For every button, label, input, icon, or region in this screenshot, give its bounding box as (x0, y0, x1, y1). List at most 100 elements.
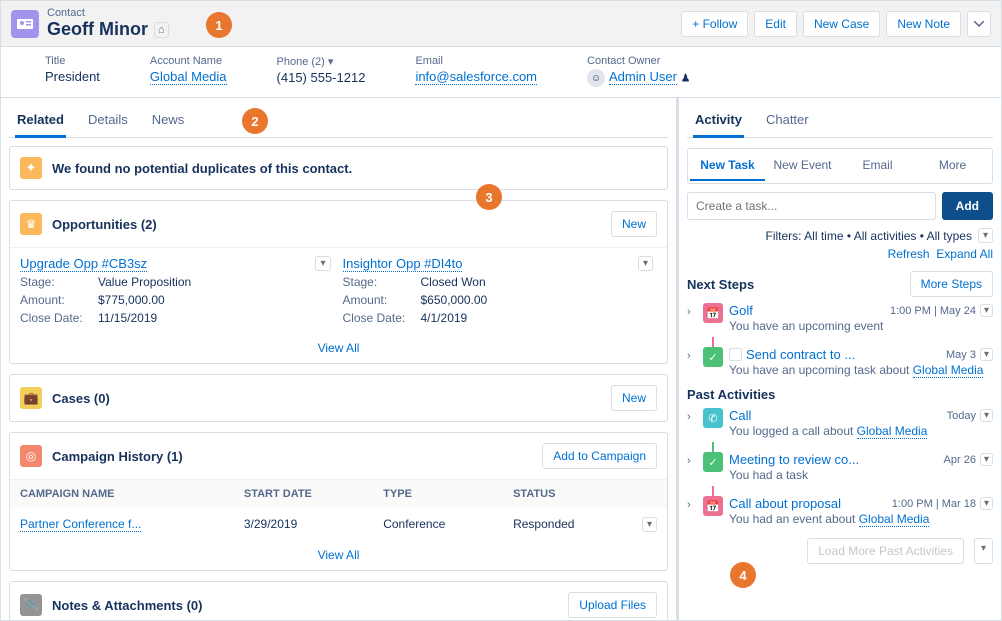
related-link[interactable]: Global Media (913, 363, 984, 378)
row-menu-button[interactable]: ▾ (642, 517, 657, 532)
activity-meta: 1:00 PM | May 24 (890, 305, 976, 317)
related-link[interactable]: Global Media (857, 424, 928, 439)
email-label: Email (415, 55, 537, 67)
tab-chatter[interactable]: Chatter (764, 104, 811, 137)
add-task-button[interactable]: Add (942, 192, 993, 220)
contact-icon (11, 10, 39, 38)
activity-menu-button[interactable]: ▾ (980, 409, 993, 422)
view-all-campaigns[interactable]: View All (10, 540, 667, 570)
campaign-title: Campaign History (1) (52, 449, 532, 464)
duplicate-icon: ✦ (20, 157, 42, 179)
cell-type: Conference (373, 508, 503, 540)
activity-meta: May 3 (946, 349, 976, 361)
campaign-link[interactable]: Partner Conference f... (20, 517, 141, 532)
new-opportunity-button[interactable]: New (611, 211, 657, 237)
edit-button[interactable]: Edit (754, 11, 797, 37)
subtab-new-task[interactable]: New Task (690, 151, 765, 181)
view-all-opportunities[interactable]: View All (10, 333, 667, 363)
tab-activity[interactable]: Activity (693, 104, 744, 137)
callout-4: 4 (730, 562, 756, 588)
change-owner-icon[interactable]: ♟ (681, 72, 691, 84)
title-value: President (45, 69, 100, 84)
callout-1: 1 (206, 12, 232, 38)
activity-menu-button[interactable]: ▾ (980, 304, 993, 317)
filter-menu-button[interactable]: ▾ (978, 228, 993, 243)
close-value: 4/1/2019 (421, 311, 468, 325)
hierarchy-icon[interactable]: ⌂ (154, 22, 169, 38)
col-type: TYPE (373, 480, 503, 508)
opportunities-title: Opportunities (2) (52, 217, 601, 232)
activity-menu-button[interactable]: ▾ (980, 453, 993, 466)
activity-subtitle: You have an upcoming task about Global M… (729, 363, 993, 377)
opp-menu-button[interactable]: ▾ (315, 256, 330, 271)
subtab-email[interactable]: Email (840, 151, 915, 181)
add-to-campaign-button[interactable]: Add to Campaign (542, 443, 657, 469)
related-link[interactable]: Global Media (859, 512, 930, 527)
subtab-new-event[interactable]: New Event (765, 151, 840, 181)
activity-meta: 1:00 PM | Mar 18 (892, 498, 976, 510)
amount-value: $775,000.00 (98, 293, 165, 307)
create-task-input[interactable] (687, 192, 936, 220)
opportunity-icon: ♛ (20, 213, 42, 235)
expand-icon[interactable]: › (687, 455, 697, 467)
account-link[interactable]: Global Media (150, 69, 227, 85)
close-value: 11/15/2019 (98, 311, 157, 325)
tab-details[interactable]: Details (86, 104, 130, 137)
amount-label: Amount: (343, 293, 421, 307)
expand-all-link[interactable]: Expand All (936, 247, 993, 261)
cell-status: Responded (503, 508, 632, 540)
task-checkbox[interactable] (729, 348, 742, 361)
follow-button[interactable]: Follow (681, 11, 748, 37)
filters-text: Filters: All time • All activities • All… (766, 229, 972, 243)
opportunity-link[interactable]: Insightor Opp #DI4to (343, 256, 463, 272)
expand-icon[interactable]: › (687, 306, 697, 318)
load-more-button[interactable]: Load More Past Activities (807, 538, 964, 564)
duplicate-message: We found no potential duplicates of this… (52, 161, 352, 176)
activity-subtitle: You logged a call about Global Media (729, 424, 993, 438)
tab-news[interactable]: News (150, 104, 187, 137)
activity-subtitle: You have an upcoming event (729, 319, 993, 333)
more-steps-button[interactable]: More Steps (910, 271, 993, 297)
cases-title: Cases (0) (52, 391, 601, 406)
callout-2: 2 (242, 108, 268, 134)
expand-icon[interactable]: › (687, 499, 697, 511)
tab-related[interactable]: Related (15, 104, 66, 137)
record-name: Geoff Minor (47, 19, 148, 40)
new-note-button[interactable]: New Note (886, 11, 961, 37)
more-actions-button[interactable] (967, 11, 991, 37)
expand-icon[interactable]: › (687, 350, 697, 362)
activity-title[interactable]: Call about proposal (729, 496, 841, 511)
activity-title[interactable]: Meeting to review co... (729, 452, 859, 467)
close-label: Close Date: (343, 311, 421, 325)
activity-title[interactable]: Golf (729, 303, 753, 318)
close-label: Close Date: (20, 311, 98, 325)
activity-meta: Today (947, 410, 976, 422)
past-activities-title: Past Activities (687, 387, 993, 402)
new-case-button[interactable]: New (611, 385, 657, 411)
notes-icon: 📎 (20, 594, 42, 616)
activity-title[interactable]: Send contract to ... (746, 347, 855, 362)
callout-3: 3 (476, 184, 502, 210)
stage-label: Stage: (20, 275, 98, 289)
upload-files-button[interactable]: Upload Files (568, 592, 657, 618)
load-more-menu-button[interactable]: ▾ (974, 538, 993, 564)
refresh-link[interactable]: Refresh (888, 247, 930, 261)
chevron-down-icon[interactable]: ▾ (328, 56, 334, 68)
event-icon: 📅 (703, 496, 723, 516)
expand-icon[interactable]: › (687, 411, 697, 423)
record-type: Contact (47, 7, 681, 19)
activity-menu-button[interactable]: ▾ (980, 497, 993, 510)
activity-title[interactable]: Call (729, 408, 751, 423)
subtab-more[interactable]: More (915, 151, 990, 181)
amount-value: $650,000.00 (421, 293, 488, 307)
avatar: ☺ (587, 69, 605, 87)
owner-link[interactable]: Admin User (609, 69, 677, 85)
email-link[interactable]: info@salesforce.com (415, 69, 537, 85)
task-icon: ✓ (703, 452, 723, 472)
opp-menu-button[interactable]: ▾ (638, 256, 653, 271)
account-label: Account Name (150, 55, 227, 67)
col-status: STATUS (503, 480, 632, 508)
opportunity-link[interactable]: Upgrade Opp #CB3sz (20, 256, 147, 272)
new-case-button[interactable]: New Case (803, 11, 880, 37)
activity-menu-button[interactable]: ▾ (980, 348, 993, 361)
